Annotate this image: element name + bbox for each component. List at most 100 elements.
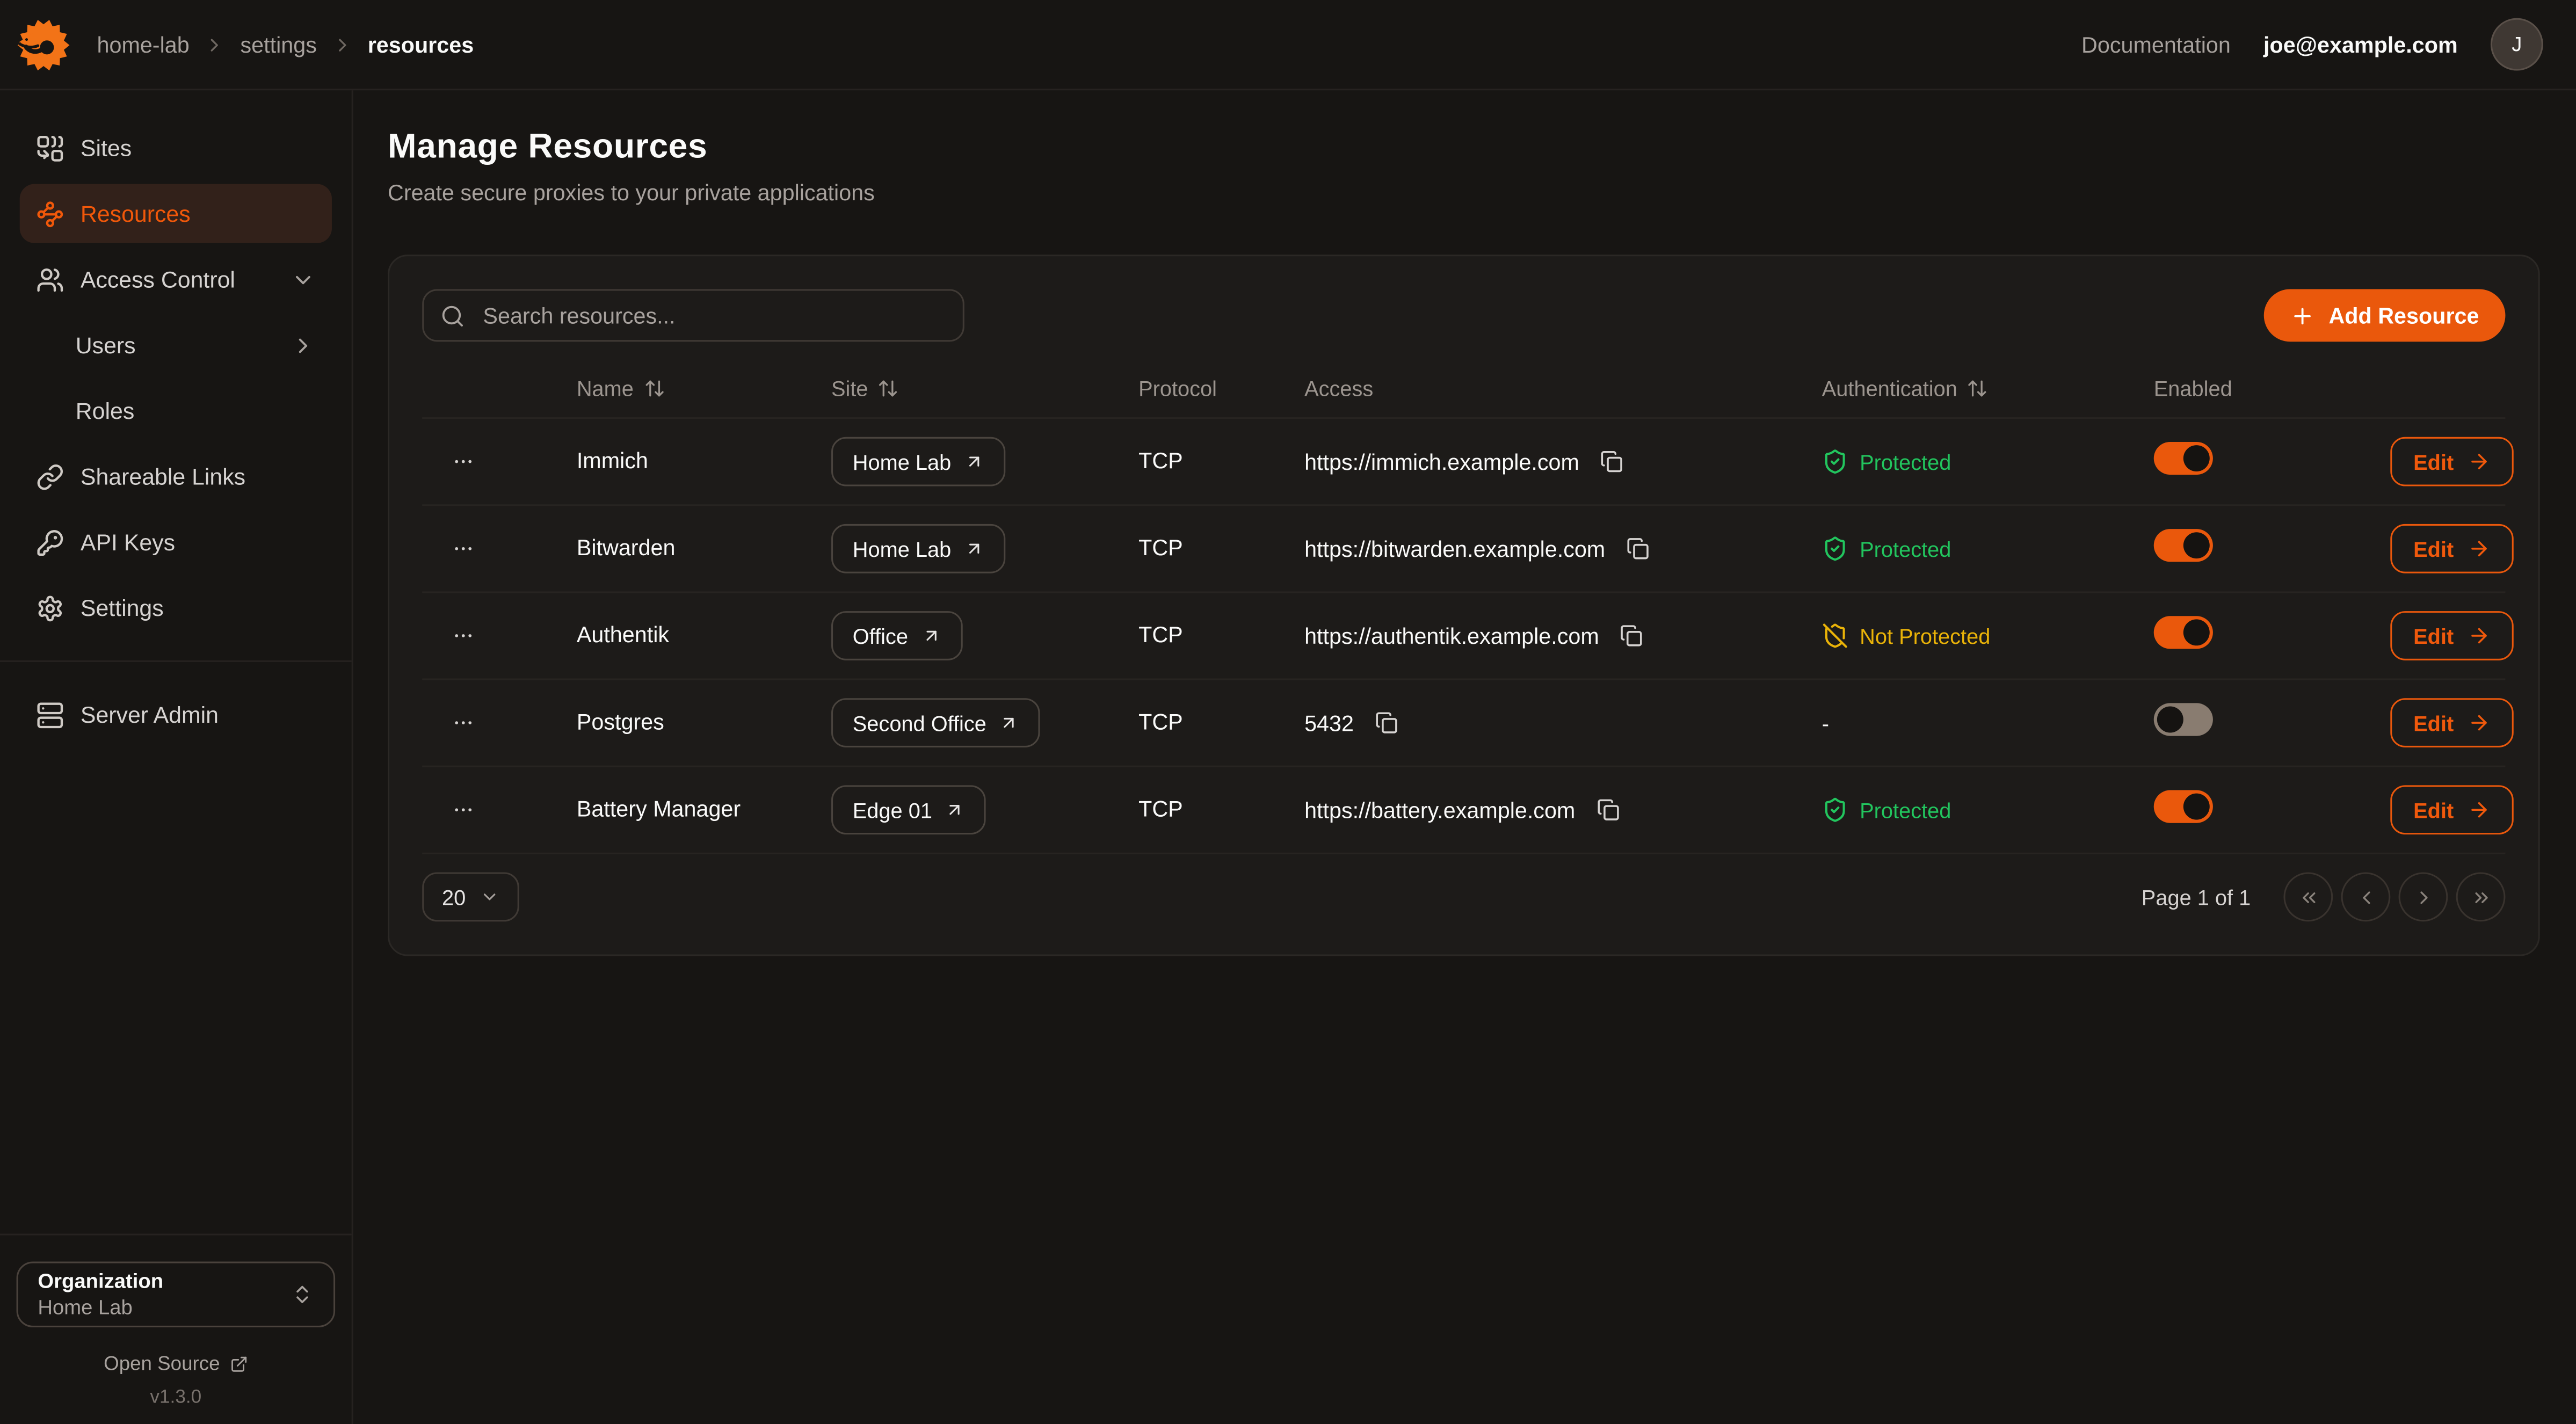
authentication-status: Protected <box>1822 448 2154 475</box>
ellipsis-icon <box>452 450 475 473</box>
table-header: Name Site Protocol Access Authenticati <box>422 342 2505 419</box>
sidebar-item-label: API Keys <box>81 529 175 555</box>
sidebar-item-shareable-links[interactable]: Shareable Links <box>20 447 332 506</box>
open-source-link[interactable]: Open Source <box>17 1352 336 1375</box>
protocol-value: TCP <box>1138 710 1183 735</box>
copy-button[interactable] <box>1615 619 1648 652</box>
server-icon <box>36 701 64 729</box>
authentication-label: Not Protected <box>1860 623 1990 648</box>
access-url: https://authentik.example.com <box>1304 623 1599 648</box>
external-link-icon <box>230 1354 248 1372</box>
sidebar-item-sites[interactable]: Sites <box>20 118 332 177</box>
main-content: Manage Resources Create secure proxies t… <box>353 90 2576 1424</box>
arrow-right-icon <box>2467 711 2490 735</box>
breadcrumb-org[interactable]: home-lab <box>97 32 189 57</box>
avatar-initial: J <box>2512 33 2522 56</box>
last-page-button[interactable] <box>2456 872 2506 921</box>
copy-icon <box>1597 798 1620 822</box>
first-page-button[interactable] <box>2283 872 2333 921</box>
copy-button[interactable] <box>1596 445 1629 478</box>
column-label: Enabled <box>2154 375 2232 400</box>
site-link-badge[interactable]: Home Lab <box>831 524 1005 573</box>
access-url: https://bitwarden.example.com <box>1304 536 1605 561</box>
page-size-value: 20 <box>442 884 466 909</box>
site-link-badge[interactable]: Edge 01 <box>831 785 986 834</box>
organization-label: Organization <box>38 1268 163 1295</box>
sort-icon <box>643 377 665 398</box>
column-label: Authentication <box>1822 375 1957 400</box>
access-url: https://battery.example.com <box>1304 797 1575 822</box>
breadcrumb-settings[interactable]: settings <box>241 32 317 57</box>
row-menu-button[interactable] <box>444 442 483 481</box>
search-box <box>422 289 964 342</box>
sidebar-item-roles[interactable]: Roles <box>20 381 332 440</box>
row-menu-button[interactable] <box>444 790 483 830</box>
add-resource-button[interactable]: Add Resource <box>2265 289 2505 342</box>
copy-button[interactable] <box>1622 532 1655 565</box>
enabled-toggle[interactable] <box>2154 789 2213 822</box>
breadcrumb-current[interactable]: resources <box>368 32 474 57</box>
enabled-toggle[interactable] <box>2154 702 2213 735</box>
edit-label: Edit <box>2413 536 2454 561</box>
row-menu-button[interactable] <box>444 703 483 742</box>
column-header-name[interactable]: Name <box>577 375 831 400</box>
plus-icon <box>2291 303 2316 328</box>
sidebar-item-resources[interactable]: Resources <box>20 184 332 243</box>
avatar[interactable]: J <box>2491 18 2543 71</box>
site-link-badge[interactable]: Office <box>831 611 962 660</box>
copy-icon <box>1627 537 1650 560</box>
sidebar-item-access-control[interactable]: Access Control <box>20 250 332 309</box>
row-menu-button[interactable] <box>444 616 483 655</box>
edit-button[interactable]: Edit <box>2390 698 2513 747</box>
authentication-label: - <box>1822 710 1829 735</box>
copy-icon <box>1375 711 1398 735</box>
edit-button[interactable]: Edit <box>2390 611 2513 660</box>
sidebar-item-users[interactable]: Users <box>20 315 332 374</box>
access-url: 5432 <box>1304 710 1354 735</box>
edit-button[interactable]: Edit <box>2390 785 2513 834</box>
search-icon <box>440 303 465 328</box>
next-page-button[interactable] <box>2399 872 2448 921</box>
sidebar-item-server-admin[interactable]: Server Admin <box>20 685 332 744</box>
enabled-toggle[interactable] <box>2154 615 2213 648</box>
sidebar-item-settings[interactable]: Settings <box>20 578 332 637</box>
protocol-value: TCP <box>1138 622 1183 647</box>
page-info: Page 1 of 1 <box>2142 884 2251 909</box>
copy-icon <box>1601 450 1624 473</box>
search-input[interactable] <box>480 301 946 329</box>
previous-page-button[interactable] <box>2341 872 2391 921</box>
documentation-link[interactable]: Documentation <box>2081 32 2231 57</box>
table-row: Authentik Office TCP https://authentik.e… <box>422 593 2505 680</box>
page-size-select[interactable]: 20 <box>422 872 520 921</box>
arrow-right-icon <box>2467 450 2490 473</box>
resource-name: Postgres <box>577 710 664 735</box>
sidebar-footer: Organization Home Lab Open Source v1.3.0 <box>0 1234 352 1408</box>
site-link-badge[interactable]: Second Office <box>831 698 1041 747</box>
user-email: joe@example.com <box>2263 32 2458 57</box>
authentication-status: Protected <box>1822 797 2154 823</box>
edit-button[interactable]: Edit <box>2390 437 2513 486</box>
resources-card: Add Resource Name Site Protocol <box>388 255 2540 956</box>
edit-button[interactable]: Edit <box>2390 524 2513 573</box>
sidebar-item-label: Shareable Links <box>81 463 245 490</box>
enabled-toggle[interactable] <box>2154 441 2213 474</box>
column-header-access: Access <box>1304 375 1822 400</box>
row-menu-button[interactable] <box>444 529 483 568</box>
gear-icon <box>36 594 64 622</box>
authentication-status: Protected <box>1822 535 2154 562</box>
copy-button[interactable] <box>1370 707 1403 739</box>
pagination: 20 Page 1 of 1 <box>422 872 2505 921</box>
column-header-authentication[interactable]: Authentication <box>1822 375 2154 400</box>
ellipsis-icon <box>452 798 475 822</box>
site-link-badge[interactable]: Home Lab <box>831 437 1005 486</box>
site-name: Edge 01 <box>853 797 932 822</box>
column-header-site[interactable]: Site <box>831 375 1138 400</box>
sidebar-item-api-keys[interactable]: API Keys <box>20 513 332 572</box>
enabled-toggle[interactable] <box>2154 528 2213 561</box>
copy-button[interactable] <box>1592 794 1624 826</box>
pangolin-logo[interactable] <box>17 17 71 71</box>
topbar: home-lab settings resources Documentatio… <box>0 0 2576 90</box>
key-icon <box>36 528 64 556</box>
organization-selector[interactable]: Organization Home Lab <box>17 1262 336 1327</box>
chevrons-right-icon <box>2470 886 2492 907</box>
